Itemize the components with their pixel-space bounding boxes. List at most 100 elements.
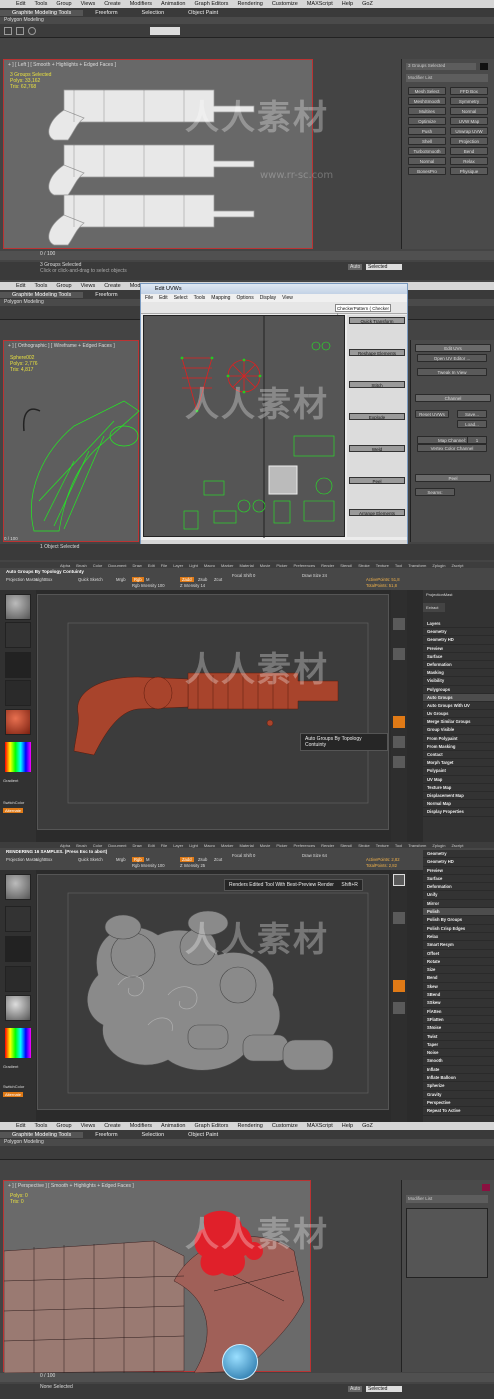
modifier-button-7[interactable]: UVW Map xyxy=(450,117,488,125)
scale-icon[interactable] xyxy=(393,912,405,924)
viewport-ortho[interactable]: + ] [ Orthographic ] [ Wireframe + Edged… xyxy=(3,340,140,542)
tool-palette-item-9[interactable]: Polish Crisp Edges xyxy=(423,925,494,933)
zbrush-menu-item-5[interactable]: Edit xyxy=(148,843,155,848)
auto-key-button[interactable]: Auto xyxy=(348,1386,363,1392)
zbrush-menu-item-5[interactable]: Edit xyxy=(148,563,155,568)
scale-icon[interactable] xyxy=(393,618,405,630)
zbrush-menu-item-13[interactable]: Picker xyxy=(276,563,287,568)
tool-palette-item-6[interactable]: Mirror xyxy=(423,900,494,909)
zbrush-control-10[interactable]: Draw Size 24 xyxy=(302,573,327,578)
menu-item-1[interactable]: Tools xyxy=(34,1123,47,1129)
select-icon[interactable] xyxy=(4,27,12,35)
zbrush-control-8[interactable]: Zcut xyxy=(214,577,222,582)
menu-item-10[interactable]: MAXScript xyxy=(307,1123,333,1129)
zbrush-menu-item-13[interactable]: Picker xyxy=(276,843,287,848)
zbrush-control-6[interactable]: Zadd xyxy=(180,857,194,862)
ribbon-tab-1[interactable]: Freeform xyxy=(83,10,129,16)
menu-item-3[interactable]: Views xyxy=(81,1,96,7)
uvw-rollout-4[interactable]: Weld xyxy=(349,445,405,452)
menu-item-9[interactable]: Customize xyxy=(272,1,298,7)
tool-palette-item-12[interactable]: Offset xyxy=(423,950,494,958)
rotate-icon[interactable] xyxy=(393,756,405,768)
menu-item-12[interactable]: GoZ xyxy=(362,1123,373,1129)
tool-palette-item-19[interactable]: UV Map xyxy=(423,776,494,784)
zbrush-menu-item-3[interactable]: Document xyxy=(108,843,126,848)
zbrush-control-7[interactable]: Zsub xyxy=(198,577,207,582)
tool-palette-item-22[interactable]: Twist xyxy=(423,1033,494,1041)
zbrush-control-2[interactable]: Quick Sketch xyxy=(78,857,103,862)
zbrush-menu-item-8[interactable]: Light xyxy=(189,563,198,568)
tool-palette-item-7[interactable]: Visibility xyxy=(423,677,494,686)
modifier-button-14[interactable]: Normal xyxy=(408,157,446,165)
tool-palette-item-29[interactable]: Gravity xyxy=(423,1091,494,1099)
zbrush-menu-item-21[interactable]: Zplugin xyxy=(432,563,445,568)
uvw-menu-item-6[interactable]: Display xyxy=(260,295,276,301)
ribbon-tab-0[interactable]: Graphite Modeling Tools xyxy=(0,291,84,298)
zbrush-menu-item-4[interactable]: Draw xyxy=(132,563,141,568)
menu-item-8[interactable]: Rendering xyxy=(237,1123,262,1129)
zbrush-menu-item-2[interactable]: Color xyxy=(93,563,103,568)
zbrush-control-10[interactable]: Draw Size 64 xyxy=(302,853,327,858)
alternate-button[interactable]: Alternate xyxy=(3,808,24,813)
modifier-button-15[interactable]: Relax xyxy=(450,157,488,165)
uvw-menu-item-1[interactable]: Edit xyxy=(159,295,168,301)
menu-item-5[interactable]: Modifiers xyxy=(130,1,152,7)
uv-panel-item-8[interactable]: Vertex Color Channel xyxy=(417,444,487,452)
zbrush-menu-item-15[interactable]: Render xyxy=(321,843,334,848)
zbrush-control-4[interactable]: Rgb xyxy=(132,577,144,582)
tool-palette-item-13[interactable]: Group Visible xyxy=(423,726,494,735)
brush-standard-icon[interactable] xyxy=(5,874,31,900)
tool-palette-item-30[interactable]: Perspective xyxy=(423,1099,494,1108)
zbrush-menu-item-12[interactable]: Movie xyxy=(260,563,271,568)
uv-panel-item-2[interactable]: Tweak In View xyxy=(417,368,487,376)
uvw-menu-item-5[interactable]: Options xyxy=(236,295,253,301)
polygon-modeling-tab[interactable]: Polygon Modeling xyxy=(0,17,494,24)
zbrush-menu-item-17[interactable]: Stroke xyxy=(358,563,370,568)
tool-palette-item-5[interactable]: Unify xyxy=(423,891,494,900)
zbrush-control-5[interactable]: M xyxy=(146,857,150,862)
uv-panel-item-5[interactable]: Save... xyxy=(457,410,487,418)
menu-item-6[interactable]: Animation xyxy=(161,1123,185,1129)
material-grey-icon[interactable] xyxy=(5,995,31,1021)
tool-palette-item-22[interactable]: Normal Map xyxy=(423,800,494,809)
tool-palette-item-5[interactable]: Deformation xyxy=(423,661,494,670)
tool-palette-item-3[interactable]: Surface xyxy=(423,875,494,884)
modifier-button-9[interactable]: Unwrap UVW xyxy=(450,127,488,135)
menu-item-4[interactable]: Create xyxy=(104,283,121,289)
move-icon[interactable] xyxy=(16,27,24,35)
tool-palette-item-9[interactable]: Auto Groups xyxy=(423,693,494,702)
zbrush-control-11[interactable]: Rgb Intensity 100 xyxy=(132,863,165,868)
zbrush-control-1[interactable]: LightBox xyxy=(36,577,52,582)
ribbon-tab-0[interactable]: Graphite Modeling Tools xyxy=(0,1131,84,1138)
tool-palette-item-25[interactable]: Smooth xyxy=(423,1057,494,1066)
zbrush-menu-item-21[interactable]: Zplugin xyxy=(432,843,445,848)
tool-palette-item-6[interactable]: Masking xyxy=(423,669,494,678)
zbrush-control-11[interactable]: Rgb Intensity 100 xyxy=(132,583,165,588)
zbrush-menu-item-7[interactable]: Layer xyxy=(173,843,183,848)
ribbon-tab-3[interactable]: Object Paint xyxy=(176,10,230,16)
uv-panel-item-0[interactable]: Edit UVs xyxy=(415,344,491,352)
tool-palette-item-23[interactable]: Taper xyxy=(423,1041,494,1050)
uv-panel-item-3[interactable]: Channel xyxy=(415,394,491,402)
zbrush-menu-item-6[interactable]: File xyxy=(161,843,167,848)
zbrush-menu-item-11[interactable]: Material xyxy=(239,843,253,848)
zbrush-menu-item-22[interactable]: Zscript xyxy=(451,563,463,568)
modifier-button-17[interactable]: Physique xyxy=(450,167,488,175)
color-swatch[interactable] xyxy=(480,63,488,70)
zbrush-control-9[interactable]: Focal Shift 0 xyxy=(232,853,255,858)
zbrush-menu-item-11[interactable]: Material xyxy=(239,563,253,568)
uv-canvas[interactable] xyxy=(143,315,345,538)
tool-palette-item-8[interactable]: Polish By Groups xyxy=(423,916,494,925)
rotate-icon[interactable] xyxy=(28,27,36,35)
zbrush-menu-item-7[interactable]: Layer xyxy=(173,563,183,568)
tool-palette-item-21[interactable]: Displacement Map xyxy=(423,792,494,801)
alternate-button[interactable]: Alternate xyxy=(3,1092,24,1097)
tool-palette-item-3[interactable]: Preview xyxy=(423,645,494,653)
tool-palette-item-7[interactable]: Polish xyxy=(423,908,494,917)
zbrush-menu-item-0[interactable]: Alpha xyxy=(60,843,70,848)
ribbon-tab-3[interactable]: Object Paint xyxy=(176,1132,230,1138)
menu-item-11[interactable]: Help xyxy=(342,1123,353,1129)
zbrush-canvas[interactable]: Auto Groups By Topology Contuinty xyxy=(37,594,389,830)
zbrush-control-3[interactable]: Mrgb xyxy=(116,577,126,582)
zbrush-menu-item-16[interactable]: Stencil xyxy=(340,843,352,848)
